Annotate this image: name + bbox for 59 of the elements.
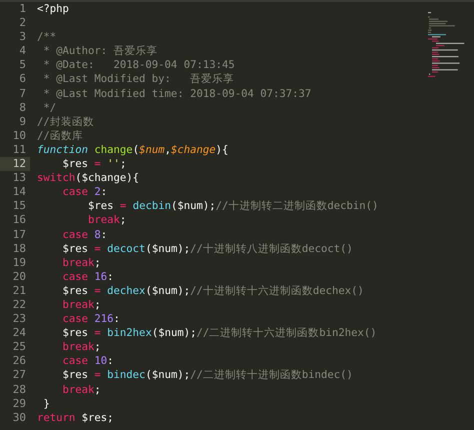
- line-number: 29: [12, 396, 27, 411]
- line-number: 2: [18, 16, 27, 30]
- line-number: 3: [18, 30, 27, 44]
- code-line: * @Last Modified by: 吾爱乐享: [42, 73, 234, 86]
- line-number: 7: [18, 86, 27, 101]
- line-number: 13: [12, 171, 27, 186]
- code-line: case 10:: [62, 355, 114, 368]
- code-line: break;: [62, 298, 101, 311]
- line-number: 18: [12, 242, 27, 256]
- code-line: case 16:: [62, 270, 114, 283]
- code-line: case 2:: [62, 186, 108, 198]
- code-line: */: [42, 102, 56, 114]
- code-line: $res = decoct($num);//十进制转八进制函数decoct(): [62, 242, 353, 255]
- code-line: break;: [87, 214, 126, 226]
- code-line: }: [42, 398, 50, 410]
- line-number: 23: [12, 312, 27, 326]
- code-line: break;: [62, 384, 101, 396]
- line-number: 22: [12, 298, 27, 312]
- code-line: return $res;: [37, 412, 114, 424]
- line-number: 16: [12, 213, 27, 228]
- code-line: * @Author: 吾爱乐享: [42, 45, 158, 58]
- line-number: 19: [12, 256, 27, 270]
- line-number: 27: [12, 368, 27, 383]
- line-number: 6: [18, 72, 27, 87]
- code-line: * @Last Modified time: 2018-09-04 07:37:37: [42, 88, 312, 100]
- line-number: 24: [12, 326, 27, 340]
- line-number: 8: [18, 100, 27, 115]
- code-line: $res = bin2hex($num);//二进制转十六进制函数bin2hex(): [62, 327, 377, 340]
- line-number: 30: [12, 410, 27, 425]
- line-number: 15: [12, 199, 27, 214]
- code-line: //函数库: [37, 130, 83, 142]
- line-number: 28: [12, 382, 27, 397]
- code-line: $res = dechex($num);//十进制转十六进制函数dechex(): [62, 284, 364, 297]
- code-line: $res = '';: [62, 158, 126, 170]
- code-line: case 8:: [62, 228, 108, 240]
- line-number: 17: [12, 228, 27, 242]
- code-line: switch($change){: [37, 172, 140, 184]
- code-line: break;: [62, 341, 101, 354]
- line-number: 1: [18, 2, 27, 16]
- code-line: case 216:: [62, 313, 120, 326]
- code-line: /**: [37, 31, 56, 44]
- line-number: 25: [12, 340, 27, 354]
- line-number: 21: [12, 284, 27, 298]
- line-number: 20: [12, 270, 27, 284]
- code-line: <?php: [37, 3, 69, 15]
- line-number: 26: [12, 354, 27, 368]
- line-number: 12: [0, 157, 30, 172]
- code-line: $res = decbin($num);//十进制转二进制函数decbin(): [87, 200, 378, 212]
- line-number: 14: [12, 185, 27, 200]
- line-number: 9: [18, 114, 27, 129]
- code-line: break;: [62, 256, 101, 269]
- code-line: $res = bindec($num);//二进制转十进制函数bindec(): [62, 369, 353, 382]
- line-number: 11: [12, 142, 27, 158]
- line-number: 4: [18, 44, 27, 58]
- code-line: //封装函数: [37, 116, 94, 128]
- code-line: * @Date: 2018-09-04 07:13:45: [42, 59, 235, 72]
- line-number: 10: [12, 128, 27, 143]
- line-number: 5: [18, 58, 27, 72]
- code-line: function change($num,$change){: [37, 144, 228, 156]
